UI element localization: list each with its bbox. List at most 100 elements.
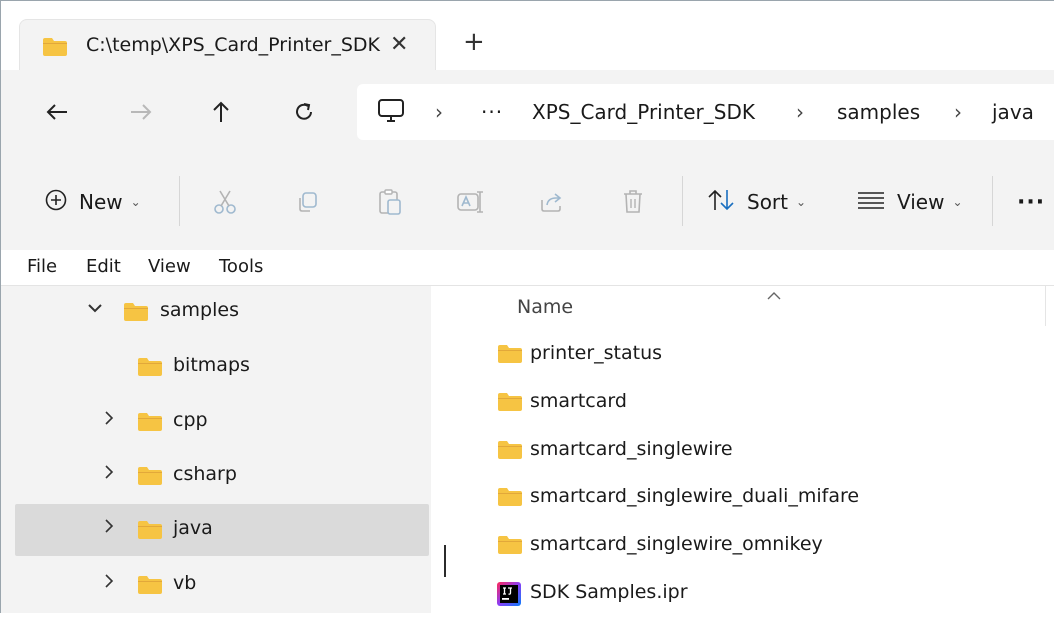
back-arrow-icon[interactable] <box>37 94 77 130</box>
folder-icon <box>497 487 523 511</box>
this-pc-icon[interactable] <box>377 98 405 128</box>
file-name: printer_status <box>530 342 663 364</box>
tree-item-java[interactable]: java <box>15 504 429 556</box>
tab-current-folder[interactable]: C:\temp\XPS_Card_Printer_SDK ✕ <box>19 19 436 75</box>
folder-icon <box>497 535 523 559</box>
file-name: smartcard_singlewire_duali_mifare <box>530 485 860 507</box>
folder-icon <box>123 302 149 326</box>
view-label: View <box>897 190 945 214</box>
splitter-grip[interactable] <box>444 545 446 577</box>
folder-icon <box>497 440 523 464</box>
separator <box>179 176 180 226</box>
column-header-name[interactable]: Name <box>517 296 573 318</box>
new-button[interactable]: New ⌄ <box>45 184 141 220</box>
cut-button[interactable] <box>213 184 237 220</box>
navigation-bar: › ··· XPS_Card_Printer_SDK › samples › j… <box>1 70 1054 154</box>
list-item[interactable]: smartcard_singlewire <box>463 428 1054 476</box>
file-name: SDK Samples.ipr <box>530 581 688 603</box>
chevron-right-icon[interactable] <box>101 518 117 538</box>
menu-view[interactable]: View <box>148 256 191 277</box>
folder-icon <box>137 357 163 381</box>
rename-icon <box>457 191 483 213</box>
file-name: smartcard_singlewire_omnikey <box>530 533 823 555</box>
separator <box>682 176 683 226</box>
folder-icon <box>497 344 523 368</box>
tree-item-vb[interactable]: vb <box>15 559 429 611</box>
copy-button[interactable] <box>295 184 319 220</box>
chevron-right-icon[interactable] <box>101 573 117 593</box>
menu-bar: File Edit View Tools <box>1 250 1054 286</box>
scissors-icon <box>214 190 236 214</box>
tree-item-label: csharp <box>173 463 237 485</box>
menu-file[interactable]: File <box>27 256 57 277</box>
trash-icon <box>624 190 642 213</box>
list-item[interactable]: smartcard_singlewire_omnikey <box>463 523 1054 571</box>
view-button[interactable]: View ⌄ <box>857 184 963 220</box>
sort-button[interactable]: Sort ⌄ <box>707 184 806 220</box>
share-icon <box>541 193 562 212</box>
more-options-button[interactable]: ··· <box>1017 184 1045 220</box>
folder-icon <box>137 466 163 490</box>
breadcrumb-item-java[interactable]: java <box>992 100 1034 124</box>
tree-item-cpp[interactable]: cpp <box>15 396 429 448</box>
intellij-project-icon <box>497 582 521 610</box>
breadcrumb-overflow[interactable]: ··· <box>481 100 503 124</box>
navigation-pane: samples bitmaps cpp csharp java vb <box>1 286 431 613</box>
tree-item-label: vb <box>173 572 197 594</box>
delete-button[interactable] <box>621 184 645 220</box>
separator <box>992 176 993 226</box>
pane-splitter[interactable] <box>431 286 463 613</box>
file-name: smartcard_singlewire <box>530 438 733 460</box>
folder-icon <box>137 575 163 599</box>
view-lines-icon <box>857 191 885 213</box>
copy-icon <box>299 192 317 212</box>
menu-edit[interactable]: Edit <box>86 256 121 277</box>
menu-tools[interactable]: Tools <box>219 256 263 277</box>
tree-item-label: samples <box>160 299 239 321</box>
folder-icon <box>497 392 523 416</box>
list-item[interactable]: smartcard_singlewire_duali_mifare <box>463 475 1054 523</box>
tree-item-label: java <box>173 517 213 539</box>
tab-title: C:\temp\XPS_Card_Printer_SDK <box>86 34 381 56</box>
share-button[interactable] <box>539 184 565 220</box>
list-item[interactable]: smartcard <box>463 380 1054 428</box>
forward-arrow-icon[interactable] <box>121 94 161 130</box>
breadcrumb-item-sdk[interactable]: XPS_Card_Printer_SDK <box>532 100 755 124</box>
breadcrumb-chevron-icon[interactable]: › <box>796 100 804 124</box>
breadcrumb-chevron-icon[interactable]: › <box>954 100 962 124</box>
chevron-down-icon: ⌄ <box>130 195 141 209</box>
tree-item-label: cpp <box>173 409 208 431</box>
address-bar[interactable]: › ··· XPS_Card_Printer_SDK › samples › j… <box>357 84 1054 140</box>
new-label: New <box>79 190 123 214</box>
sort-icon <box>707 188 735 216</box>
file-name: smartcard <box>530 390 627 412</box>
folder-icon <box>137 412 163 436</box>
up-arrow-icon[interactable] <box>201 94 241 130</box>
paste-button[interactable] <box>377 184 403 220</box>
file-list: Name printer_status smartcard smartcard_… <box>463 286 1054 613</box>
breadcrumb-item-samples[interactable]: samples <box>837 100 920 124</box>
refresh-icon[interactable] <box>284 94 324 130</box>
chevron-down-icon: ⌄ <box>952 195 963 209</box>
column-separator[interactable] <box>1045 286 1046 326</box>
new-tab-button[interactable]: + <box>463 29 485 55</box>
close-tab-icon[interactable]: ✕ <box>390 32 408 57</box>
chevron-right-icon[interactable] <box>101 464 117 484</box>
chevron-right-icon[interactable] <box>101 410 117 430</box>
tree-item-csharp[interactable]: csharp <box>15 450 429 502</box>
breadcrumb-chevron-icon[interactable]: › <box>435 100 443 124</box>
tree-item-label: bitmaps <box>173 354 250 376</box>
folder-icon <box>137 520 163 544</box>
sort-ascending-icon <box>766 286 782 305</box>
folder-icon <box>42 37 68 61</box>
tree-item-bitmaps[interactable]: bitmaps <box>15 341 429 393</box>
paste-icon <box>379 189 401 215</box>
chevron-down-icon[interactable] <box>87 300 103 320</box>
command-bar: New ⌄ Sort ⌄ View ⌄ ··· <box>1 154 1054 251</box>
list-item[interactable]: printer_status <box>463 332 1054 380</box>
rename-button[interactable] <box>456 184 486 220</box>
plus-circle-icon <box>45 189 67 215</box>
tab-strip: C:\temp\XPS_Card_Printer_SDK ✕ + <box>1 1 1054 75</box>
list-item[interactable]: SDK Samples.ipr <box>463 571 1054 619</box>
tree-item-samples[interactable]: samples <box>15 286 429 338</box>
